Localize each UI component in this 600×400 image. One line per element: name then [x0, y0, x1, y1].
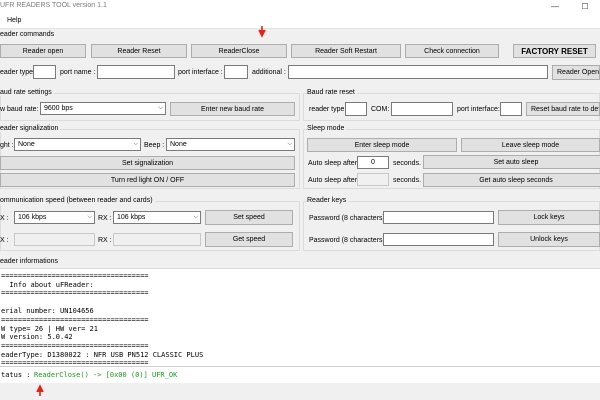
- unlock-keys-button[interactable]: Unlock keys: [498, 232, 600, 247]
- reader-open-button[interactable]: Reader open: [0, 44, 86, 58]
- seconds-label-2: seconds.: [393, 177, 422, 184]
- signalization-title: eader signalization: [0, 125, 61, 132]
- chevron-down-icon: ⌵: [133, 141, 138, 147]
- status-value: ReaderClose() -> [0x00 (0)] UFR_OK: [34, 371, 178, 379]
- lock-password-input[interactable]: [383, 211, 494, 224]
- set-signalization-button[interactable]: Set signalization: [0, 156, 295, 170]
- beep-select[interactable]: None ⌵: [166, 138, 295, 151]
- tx-speed-select[interactable]: 106 kbps ⌵: [14, 211, 95, 224]
- chevron-down-icon: ⌵: [287, 141, 292, 147]
- com-input[interactable]: [391, 102, 453, 116]
- new-baud-label: w baud rate:: [0, 106, 39, 113]
- console-line: ===================================: [1, 316, 149, 324]
- reset-baud-button[interactable]: Reset baud rate to defau: [526, 102, 600, 116]
- annotation-arrow-icon: [36, 384, 44, 396]
- console-line: ===================================: [1, 272, 149, 280]
- auto-sleep-input[interactable]: 0: [357, 156, 389, 169]
- check-connection-button[interactable]: Check connection: [405, 44, 499, 58]
- annotation-arrow-icon: [258, 26, 266, 38]
- tx-label-2: X :: [0, 237, 9, 244]
- beep-value: None: [170, 141, 187, 148]
- baud-settings-title: aud rate settings: [0, 89, 54, 96]
- reader-keys-title: Reader keys: [307, 197, 349, 204]
- password-label-2: Password (8 characters) :: [309, 237, 389, 244]
- bottom-strip: [0, 383, 600, 400]
- tx-label: X :: [0, 215, 9, 222]
- rx-speed-select[interactable]: 106 kbps ⌵: [113, 211, 201, 224]
- additional-input[interactable]: [288, 65, 548, 79]
- baud-rate-select[interactable]: 9600 bps ⌵: [40, 102, 166, 115]
- red-light-button[interactable]: Turn red light ON / OFF: [0, 173, 295, 187]
- baud-reset-title: Baud rate reset: [307, 89, 357, 96]
- rx-label-2: RX :: [98, 237, 112, 244]
- console-line: W type= 26 | HW ver= 21: [1, 325, 98, 333]
- set-speed-button[interactable]: Set speed: [205, 210, 293, 225]
- chevron-down-icon: ⌵: [193, 214, 198, 220]
- console-line: W version: 5.0.42: [1, 333, 73, 341]
- comm-speed-title: ommunication speed (between reader and c…: [0, 197, 155, 204]
- additional-label: additional :: [252, 69, 286, 76]
- console-line: erial number: UN104656: [1, 307, 94, 315]
- port-name-label: port name :: [60, 69, 96, 76]
- status-label: tatus :: [1, 371, 31, 379]
- leave-sleep-button[interactable]: Leave sleep mode: [461, 138, 600, 152]
- reader-open-ex-button[interactable]: Reader Open E: [552, 65, 600, 80]
- chevron-down-icon: ⌵: [87, 214, 92, 220]
- port-interface-label: port interface :: [178, 69, 223, 76]
- menu-help[interactable]: Help: [7, 17, 21, 24]
- sleep-mode-title: Sleep mode: [307, 125, 347, 132]
- password-label: Password (8 characters) :: [309, 215, 389, 222]
- light-value: None: [18, 141, 35, 148]
- reset-port-interface-label: port interface:: [457, 106, 500, 113]
- reset-reader-type-input[interactable]: [345, 102, 367, 116]
- reader-commands-title: eader commands: [0, 31, 57, 38]
- auto-sleep-after-label: Auto sleep after: [308, 160, 358, 167]
- tx-speed-readout: [14, 233, 95, 246]
- reader-close-button[interactable]: ReaderClose: [191, 44, 287, 58]
- chevron-down-icon: ⌵: [158, 105, 163, 111]
- enter-sleep-button[interactable]: Enter sleep mode: [307, 138, 457, 152]
- minimize-button[interactable]: —: [540, 0, 570, 14]
- port-interface-input[interactable]: [224, 65, 248, 79]
- lock-keys-button[interactable]: Lock keys: [498, 210, 600, 225]
- reader-info-title: eader informations: [0, 258, 60, 265]
- maximize-button[interactable]: ☐: [570, 0, 600, 14]
- get-speed-button[interactable]: Get speed: [205, 232, 293, 247]
- console-line: Info about uFReader:: [1, 281, 94, 289]
- menu-bar: [0, 14, 600, 29]
- reader-type-input[interactable]: [33, 65, 56, 79]
- console-line: ===================================: [1, 289, 149, 297]
- reader-info-console[interactable]: =================================== Info…: [0, 268, 600, 367]
- seconds-label: seconds.: [393, 160, 422, 167]
- reset-reader-type-label: reader type: [309, 106, 345, 113]
- rx-label: RX :: [98, 215, 112, 222]
- rx-speed-value: 106 kbps: [117, 214, 146, 221]
- status-bar: tatus : ReaderClose() -> [0x00 (0)] UFR_…: [0, 366, 600, 384]
- window-title: UFR READERS TOOL version 1.1: [0, 2, 107, 9]
- enter-baud-button[interactable]: Enter new baud rate: [170, 102, 295, 116]
- port-name-input[interactable]: [97, 65, 175, 79]
- console-line: eaderType: D1380022 : NFR USB PN512 CLAS…: [1, 351, 204, 359]
- console-line: ===================================: [1, 342, 149, 350]
- light-label: ght :: [0, 142, 14, 149]
- unlock-password-input[interactable]: [383, 233, 494, 246]
- get-auto-sleep-button[interactable]: Get auto sleep seconds: [423, 173, 600, 187]
- reader-soft-restart-button[interactable]: Reader Soft Restart: [291, 44, 401, 58]
- reader-reset-button[interactable]: Reader Reset: [91, 44, 187, 58]
- auto-sleep-readout: [357, 173, 389, 186]
- reader-type-label: eader type :: [0, 69, 37, 76]
- rx-speed-readout: [113, 233, 201, 246]
- reset-port-interface-input[interactable]: [500, 102, 522, 116]
- factory-reset-button[interactable]: FACTORY RESET: [513, 44, 596, 58]
- beep-label: Beep :: [144, 142, 165, 149]
- light-select[interactable]: None ⌵: [14, 138, 141, 151]
- auto-sleep-after-label-2: Auto sleep after: [308, 177, 358, 184]
- com-label: COM:: [371, 106, 390, 113]
- baud-rate-value: 9600 bps: [44, 105, 73, 112]
- tx-speed-value: 106 kbps: [18, 214, 47, 221]
- set-auto-sleep-button[interactable]: Set auto sleep: [423, 155, 600, 169]
